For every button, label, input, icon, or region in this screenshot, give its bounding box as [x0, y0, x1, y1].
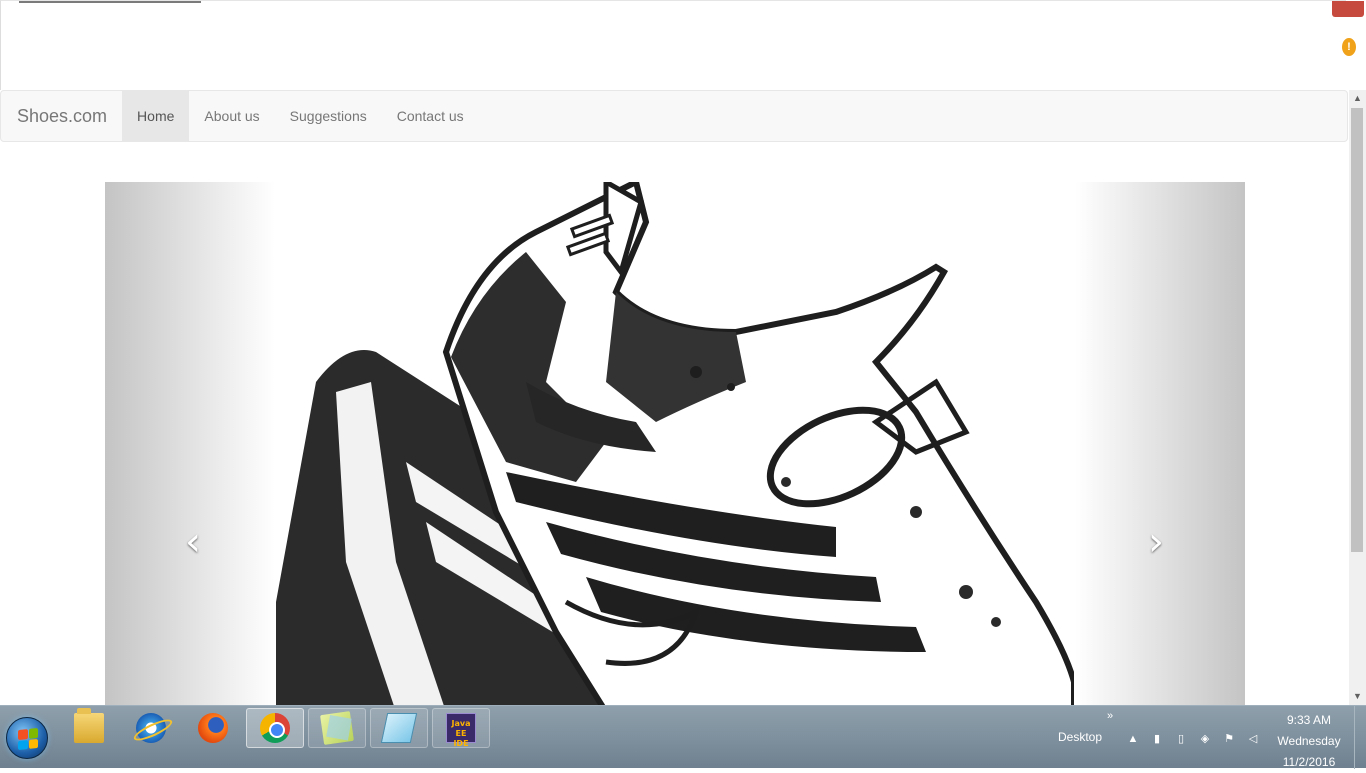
clock-time: 9:33 AM	[1286, 713, 1332, 727]
image-carousel: ‹ ›	[105, 182, 1245, 705]
page-header-area	[0, 0, 1364, 90]
taskbar-firefox[interactable]	[184, 708, 242, 748]
eraser-app-icon	[380, 713, 418, 743]
scrollbar-thumb[interactable]	[1351, 108, 1363, 552]
vertical-scrollbar[interactable]: ▲ ▼	[1349, 90, 1366, 705]
windows-taskbar: Java EE IDE » Desktop ▲ ▮ ▯ ◈ ⚑ ◁ 9:33 A…	[0, 705, 1366, 769]
windows-explorer-icon	[74, 708, 104, 743]
carousel-right-shade[interactable]	[1075, 182, 1245, 705]
browser-viewport: ! Shoes.com Home About us Suggestions Co…	[0, 0, 1366, 705]
carousel-next-button[interactable]: ›	[1141, 522, 1171, 562]
internet-explorer-icon	[136, 713, 166, 743]
system-tray: ▲ ▮ ▯ ◈ ⚑ ◁	[1125, 732, 1261, 746]
taskbar-chrome[interactable]	[246, 708, 304, 748]
firefox-icon	[198, 713, 228, 743]
sneaker-image	[276, 182, 1074, 705]
top-tab-indicator	[19, 1, 201, 3]
chrome-icon	[260, 713, 290, 743]
navbar: Shoes.com Home About us Suggestions Cont…	[0, 90, 1348, 142]
taskbar-eraser-app[interactable]	[370, 708, 428, 748]
java-ee-ide-icon: Java EE IDE	[446, 713, 476, 748]
taskbar-explorer[interactable]	[60, 708, 118, 748]
nav-link-home[interactable]: Home	[122, 91, 190, 141]
nav-link-contact-us[interactable]: Contact us	[382, 91, 479, 141]
start-button[interactable]	[6, 717, 48, 759]
navbar-brand[interactable]: Shoes.com	[1, 91, 122, 141]
toolbar-overflow-chevrons[interactable]: »	[1107, 710, 1113, 722]
taskbar-internet-explorer[interactable]	[122, 708, 180, 748]
notification-badge[interactable]: !	[1342, 38, 1356, 56]
security-shield-icon[interactable]: ◈	[1197, 732, 1213, 746]
scroll-down-arrow-icon[interactable]: ▼	[1349, 688, 1366, 705]
network-signal-icon[interactable]: ▮	[1149, 732, 1165, 746]
carousel-left-shade[interactable]	[105, 182, 275, 705]
windows-logo-icon	[18, 727, 38, 751]
taskbar-sticky-notes[interactable]	[308, 708, 366, 748]
action-center-flag-icon[interactable]: ⚑	[1221, 732, 1237, 746]
clock-day: Wednesday	[1277, 734, 1341, 748]
show-hidden-icons-icon[interactable]: ▲	[1125, 732, 1141, 746]
desktop-toolbar-label[interactable]: Desktop	[1058, 730, 1102, 744]
nav-link-suggestions[interactable]: Suggestions	[275, 91, 382, 141]
taskbar-java-ee-ide[interactable]: Java EE IDE	[432, 708, 490, 748]
system-clock[interactable]: 9:33 AM Wednesday 11/2/2016	[1268, 710, 1350, 773]
sticky-notes-icon	[320, 711, 354, 745]
nav-link-about-us[interactable]: About us	[189, 91, 274, 141]
close-button[interactable]	[1332, 1, 1364, 17]
carousel-prev-button[interactable]: ‹	[178, 522, 208, 562]
scroll-up-arrow-icon[interactable]: ▲	[1349, 90, 1366, 107]
battery-icon[interactable]: ▯	[1173, 732, 1189, 746]
volume-muted-icon[interactable]: ◁	[1245, 732, 1261, 746]
show-desktop-button[interactable]	[1354, 706, 1366, 769]
clock-date: 11/2/2016	[1282, 755, 1336, 769]
